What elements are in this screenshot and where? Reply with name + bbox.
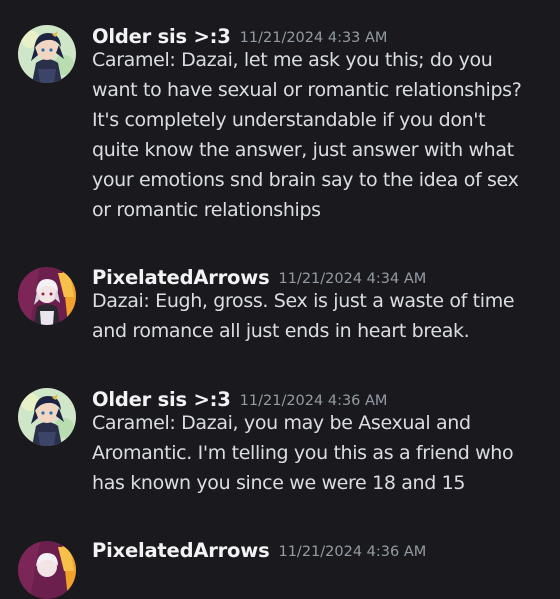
author-name[interactable]: PixelatedArrows xyxy=(92,539,270,562)
message-line: Aromantic. I'm telling you this as a fri… xyxy=(92,442,514,464)
timestamp[interactable]: 11/21/2024 4:34 AM xyxy=(278,271,426,287)
avatar-older-sis-image xyxy=(18,25,76,83)
avatar-older-sis[interactable] xyxy=(18,25,76,83)
message-line: It's completely understandable if you do… xyxy=(92,109,486,131)
avatar-pixelated-arrows[interactable] xyxy=(18,541,76,599)
avatar-pixelated-arrows-image xyxy=(18,541,76,599)
message-line: your emotions snd brain say to the idea … xyxy=(92,169,519,191)
message-line: or romantic relationships xyxy=(92,199,321,221)
message-line: quite know the answer, just answer with … xyxy=(92,139,514,161)
message-line: want to have sexual or romantic relation… xyxy=(92,79,522,101)
avatar-pixelated-arrows[interactable] xyxy=(18,267,76,325)
chat-view: { "messages": [ { "author": "Older sis >… xyxy=(0,0,560,599)
message-line: has known you since we were 18 and 15 xyxy=(92,472,466,494)
avatar-older-sis[interactable] xyxy=(18,388,76,446)
message-header: PixelatedArrows 11/21/2024 4:36 AM xyxy=(92,536,426,566)
message-line: Caramel: Dazai, let me ask you this; do … xyxy=(92,49,493,71)
timestamp[interactable]: 11/21/2024 4:36 AM xyxy=(278,544,426,560)
message-content: Caramel: Dazai, let me ask you this; do … xyxy=(92,45,554,225)
message-line: and romance all just ends in heart break… xyxy=(92,320,470,342)
avatar-pixelated-arrows-image xyxy=(18,267,76,325)
message-content: Caramel: Dazai, you may be Asexual and A… xyxy=(92,408,554,498)
message-line: Caramel: Dazai, you may be Asexual and xyxy=(92,412,471,434)
timestamp[interactable]: 11/21/2024 4:33 AM xyxy=(240,30,388,46)
message-line: Dazai: Eugh, gross. Sex is just a waste … xyxy=(92,290,515,312)
timestamp[interactable]: 11/21/2024 4:36 AM xyxy=(240,393,388,409)
message-content: Dazai: Eugh, gross. Sex is just a waste … xyxy=(92,286,554,346)
avatar-older-sis-image xyxy=(18,388,76,446)
